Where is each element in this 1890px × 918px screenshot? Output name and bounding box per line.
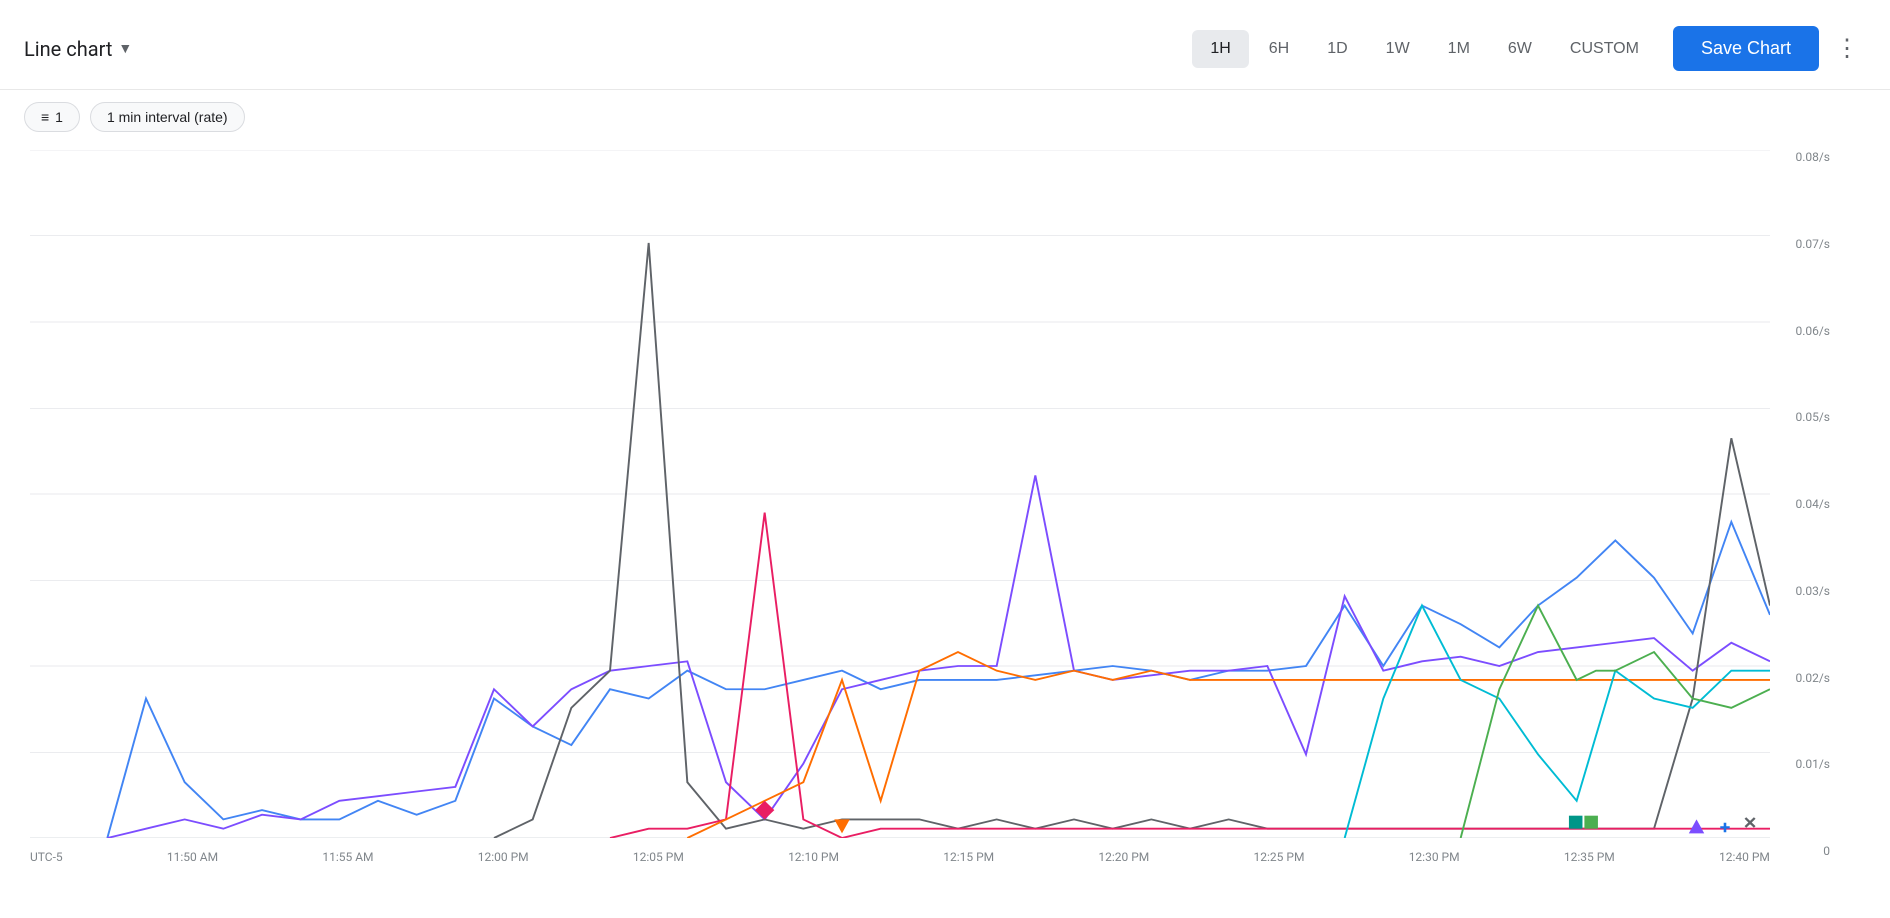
- time-btn-1h[interactable]: 1H: [1192, 30, 1248, 68]
- x-axis: UTC-5 11:50 AM 11:55 AM 12:00 PM 12:05 P…: [30, 846, 1770, 868]
- time-btn-1w[interactable]: 1W: [1368, 30, 1428, 68]
- data-point-plus: +: [1720, 816, 1731, 838]
- x-label-1225: 12:25 PM: [1254, 850, 1305, 864]
- save-chart-button[interactable]: Save Chart: [1673, 26, 1819, 71]
- x-label-1210: 12:10 PM: [788, 850, 839, 864]
- y-label-3: 0.05/s: [1795, 410, 1830, 424]
- y-label-6: 0.02/s: [1795, 671, 1830, 685]
- data-point-square-green: [1584, 816, 1598, 829]
- header: Line chart ▼ 1H 6H 1D 1W 1M 6W CUSTOM Sa…: [0, 0, 1890, 90]
- time-btn-6w[interactable]: 6W: [1490, 30, 1550, 68]
- chart-container: + ✕ 0.08/s 0.07/s 0.06/s 0.05/s 0.04/s 0…: [30, 150, 1830, 868]
- data-point-triangle-up: [1689, 819, 1704, 833]
- chart-svg: + ✕: [30, 150, 1770, 838]
- y-label-4: 0.04/s: [1795, 497, 1830, 511]
- data-point-square: [1569, 816, 1583, 829]
- interval-button[interactable]: 1 min interval (rate): [90, 102, 245, 132]
- time-btn-6h[interactable]: 6H: [1251, 30, 1307, 68]
- data-point-triangle-down: [834, 819, 849, 833]
- y-label-2: 0.06/s: [1795, 324, 1830, 338]
- y-label-0: 0.08/s: [1795, 150, 1830, 164]
- data-point-x: ✕: [1743, 814, 1758, 834]
- more-options-button[interactable]: ⋮: [1829, 26, 1866, 71]
- chart-type-selector[interactable]: Line chart ▼: [24, 37, 132, 61]
- x-label-1220: 12:20 PM: [1098, 850, 1149, 864]
- filter-icon: ≡: [41, 109, 49, 125]
- y-label-1: 0.07/s: [1795, 237, 1830, 251]
- x-label-utc: UTC-5: [30, 850, 63, 864]
- time-range-buttons: 1H 6H 1D 1W 1M 6W CUSTOM: [1192, 30, 1657, 68]
- chart-controls: ≡ 1 1 min interval (rate): [0, 90, 1890, 140]
- chart-type-label: Line chart: [24, 37, 112, 61]
- filter-count: 1: [55, 109, 63, 125]
- x-label-1240: 12:40 PM: [1719, 850, 1770, 864]
- x-label-1150: 11:50 AM: [167, 850, 218, 864]
- y-label-5: 0.03/s: [1795, 584, 1830, 598]
- x-label-1155: 11:55 AM: [322, 850, 373, 864]
- y-label-8: 0: [1823, 844, 1830, 858]
- y-label-7: 0.01/s: [1795, 757, 1830, 771]
- x-label-1205: 12:05 PM: [633, 850, 684, 864]
- x-label-1200: 12:00 PM: [478, 850, 529, 864]
- y-axis: 0.08/s 0.07/s 0.06/s 0.05/s 0.04/s 0.03/…: [1770, 150, 1830, 868]
- x-label-1235: 12:35 PM: [1564, 850, 1615, 864]
- filter-button[interactable]: ≡ 1: [24, 102, 80, 132]
- time-btn-1m[interactable]: 1M: [1430, 30, 1488, 68]
- chart-area: + ✕ 0.08/s 0.07/s 0.06/s 0.05/s 0.04/s 0…: [0, 140, 1890, 918]
- dropdown-arrow-icon: ▼: [118, 40, 132, 57]
- x-label-1215: 12:15 PM: [943, 850, 994, 864]
- time-btn-1d[interactable]: 1D: [1309, 30, 1365, 68]
- time-btn-custom[interactable]: CUSTOM: [1552, 30, 1657, 68]
- x-label-1230: 12:30 PM: [1409, 850, 1460, 864]
